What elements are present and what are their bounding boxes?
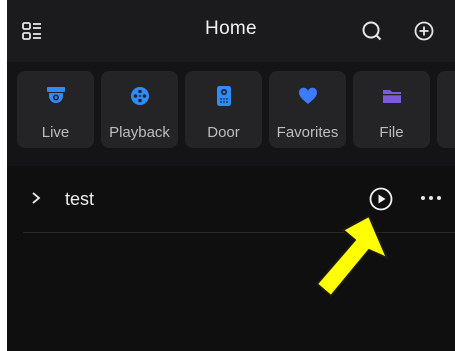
quick-tile-playback[interactable]: Playback — [101, 71, 178, 148]
search-icon[interactable] — [361, 20, 383, 42]
quick-tile-label: Door — [207, 124, 240, 141]
quick-tile-label: File — [379, 124, 404, 141]
quick-tile-label: Live — [41, 124, 70, 141]
intercom-icon — [216, 86, 231, 106]
quick-tile-partial[interactable] — [437, 71, 455, 148]
chevron-right-icon[interactable] — [31, 191, 41, 205]
device-group-label: test — [65, 189, 95, 209]
quick-tile-door[interactable]: Door — [185, 71, 262, 148]
quick-tile-favorites[interactable]: Favorites — [269, 71, 346, 148]
page-title: Home — [205, 18, 257, 39]
quick-tile-live[interactable]: Live — [17, 71, 94, 148]
top-bar: Home — [7, 0, 455, 62]
quick-tile-label: Favorites — [276, 124, 339, 141]
play-button[interactable] — [369, 187, 393, 211]
more-options-icon[interactable] — [419, 192, 443, 204]
quick-tile-label: Playback — [109, 124, 170, 141]
camera-icon — [46, 87, 65, 103]
quick-access-row: Live Playback Door Favorites File — [7, 62, 455, 166]
film-reel-icon — [130, 87, 149, 105]
annotation-arrow-icon — [316, 215, 388, 297]
folder-icon — [382, 90, 401, 103]
app-screen: Home Live Playback Door Favorites File t… — [7, 0, 455, 351]
add-icon[interactable] — [413, 20, 435, 42]
heart-icon — [298, 87, 317, 104]
quick-tile-file[interactable]: File — [353, 71, 430, 148]
